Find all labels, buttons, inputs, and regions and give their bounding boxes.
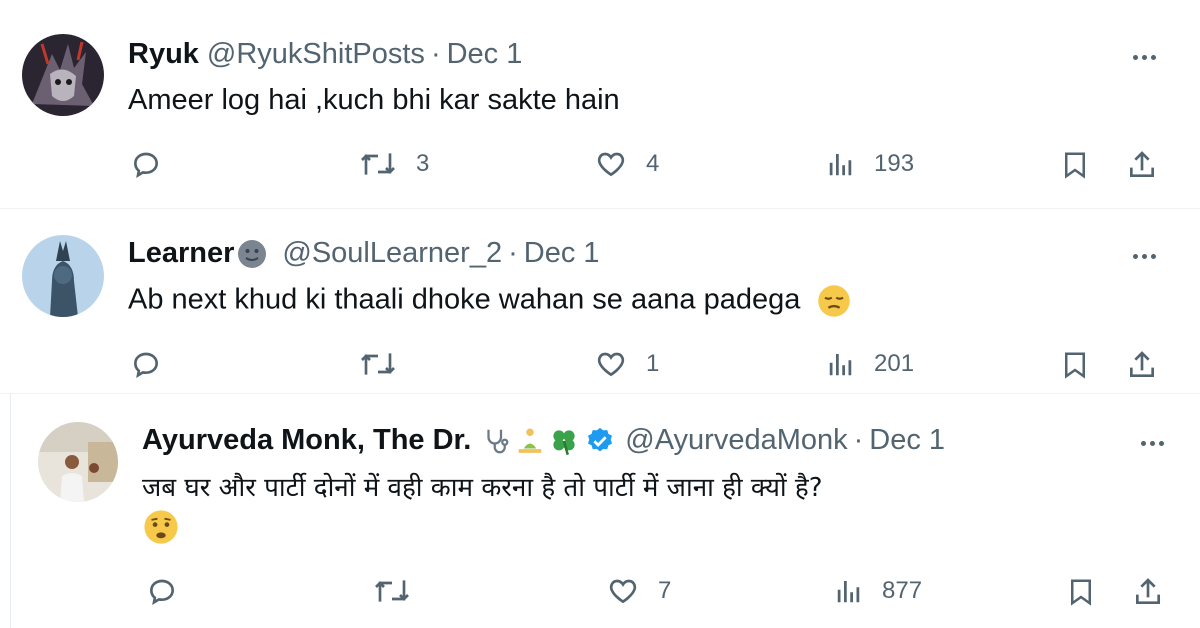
separator-dot: · <box>853 424 864 456</box>
like-icon <box>597 152 625 177</box>
share-button[interactable] <box>1132 575 1164 609</box>
user-handle[interactable]: @AyurvedaMonk <box>625 424 847 457</box>
views-icon <box>837 581 860 603</box>
tweet-text: Ab next khud ki thaali dhoke wahan se aa… <box>128 283 852 319</box>
view-count: 877 <box>882 577 923 604</box>
bookmark-button[interactable] <box>1060 148 1090 182</box>
reply-icon <box>133 152 159 178</box>
user-handle[interactable]: @SoulLearner_2 <box>282 237 502 270</box>
more-icon[interactable] <box>1132 428 1172 458</box>
avatar[interactable] <box>22 34 104 116</box>
view-count: 193 <box>874 150 915 177</box>
smiley-emoji-icon <box>238 239 267 268</box>
share-button[interactable] <box>1126 348 1158 382</box>
user-handle[interactable]: @RyukShitPosts <box>207 38 425 71</box>
display-name[interactable]: Ayurveda Monk, The Dr. <box>142 424 471 457</box>
retweet-button[interactable]: 3 <box>358 148 429 180</box>
tweet-header: Ayurveda Monk, The Dr. @AyurvedaMonk · D… <box>142 424 945 457</box>
share-icon <box>1130 151 1154 177</box>
reply-icon <box>133 352 159 378</box>
retweet-icon <box>361 153 395 175</box>
tweet-text: Ameer log hai ,kuch bhi kar sakte hain <box>128 84 620 116</box>
views-icon <box>829 354 852 376</box>
divider <box>0 393 1200 394</box>
bookmark-icon <box>1071 579 1091 606</box>
pensive-face-emoji-icon <box>818 285 851 317</box>
bookmark-icon <box>1065 352 1085 379</box>
views-button[interactable]: 201 <box>826 348 914 380</box>
tweet-header: Learner @SoulLearner_2 · Dec 1 <box>128 237 600 270</box>
like-button[interactable]: 7 <box>606 575 671 607</box>
tweet-header: Ryuk @RyukShitPosts · Dec 1 <box>128 38 522 71</box>
worried-face-emoji-icon <box>144 510 178 544</box>
shamrock-emoji-icon <box>553 429 575 455</box>
reply-button[interactable] <box>146 575 178 607</box>
share-icon <box>1130 351 1154 377</box>
like-button[interactable]: 4 <box>594 148 659 180</box>
timestamp[interactable]: Dec 1 <box>869 424 945 457</box>
tweet-text: जब घर और पार्टी दोनों में वही काम करना ह… <box>142 473 823 503</box>
avatar[interactable] <box>38 422 118 502</box>
tweet-learner[interactable]: Learner @SoulLearner_2 · Dec 1 Ab next k… <box>0 209 1200 393</box>
tweet-ayurveda-monk[interactable]: Ayurveda Monk, The Dr. @AyurvedaMonk · D… <box>12 398 1200 628</box>
like-icon <box>609 579 637 604</box>
like-count: 7 <box>658 577 672 604</box>
retweet-button[interactable] <box>372 575 430 607</box>
views-icon <box>829 154 852 176</box>
divider-vertical <box>10 393 11 628</box>
timestamp[interactable]: Dec 1 <box>447 38 523 71</box>
retweet-count: 3 <box>416 150 430 177</box>
verified-badge-icon <box>588 427 613 451</box>
display-name[interactable]: Learner <box>128 237 234 270</box>
separator-dot: · <box>508 237 518 269</box>
like-button[interactable]: 1 <box>594 348 659 380</box>
more-icon[interactable] <box>1124 42 1164 72</box>
view-count: 201 <box>874 350 915 377</box>
retweet-icon <box>375 580 409 602</box>
retweet-icon <box>361 353 395 375</box>
display-name[interactable]: Ryuk <box>128 38 199 71</box>
like-icon <box>597 352 625 377</box>
reply-button[interactable] <box>130 348 162 380</box>
bookmark-icon <box>1065 152 1085 179</box>
stethoscope-emoji-icon <box>487 429 509 453</box>
share-button[interactable] <box>1126 148 1158 182</box>
tweet-ryuk[interactable]: Ryuk @RyukShitPosts · Dec 1 Ameer log ha… <box>0 0 1200 208</box>
reply-icon <box>149 579 175 605</box>
reply-button[interactable] <box>130 148 162 180</box>
share-icon <box>1136 578 1160 604</box>
views-button[interactable]: 877 <box>834 575 922 607</box>
bookmark-button[interactable] <box>1066 575 1096 609</box>
tweet-text-content: Ab next khud ki thaali dhoke wahan se aa… <box>128 283 801 316</box>
separator-dot: · <box>430 38 441 70</box>
views-button[interactable]: 193 <box>826 148 914 180</box>
timestamp[interactable]: Dec 1 <box>524 237 600 270</box>
avatar[interactable] <box>22 235 104 317</box>
retweet-button[interactable] <box>358 348 416 380</box>
like-count: 1 <box>646 350 660 377</box>
yoga-person-emoji-icon <box>519 428 542 453</box>
more-icon[interactable] <box>1124 241 1164 271</box>
bookmark-button[interactable] <box>1060 348 1090 382</box>
like-count: 4 <box>646 150 660 177</box>
